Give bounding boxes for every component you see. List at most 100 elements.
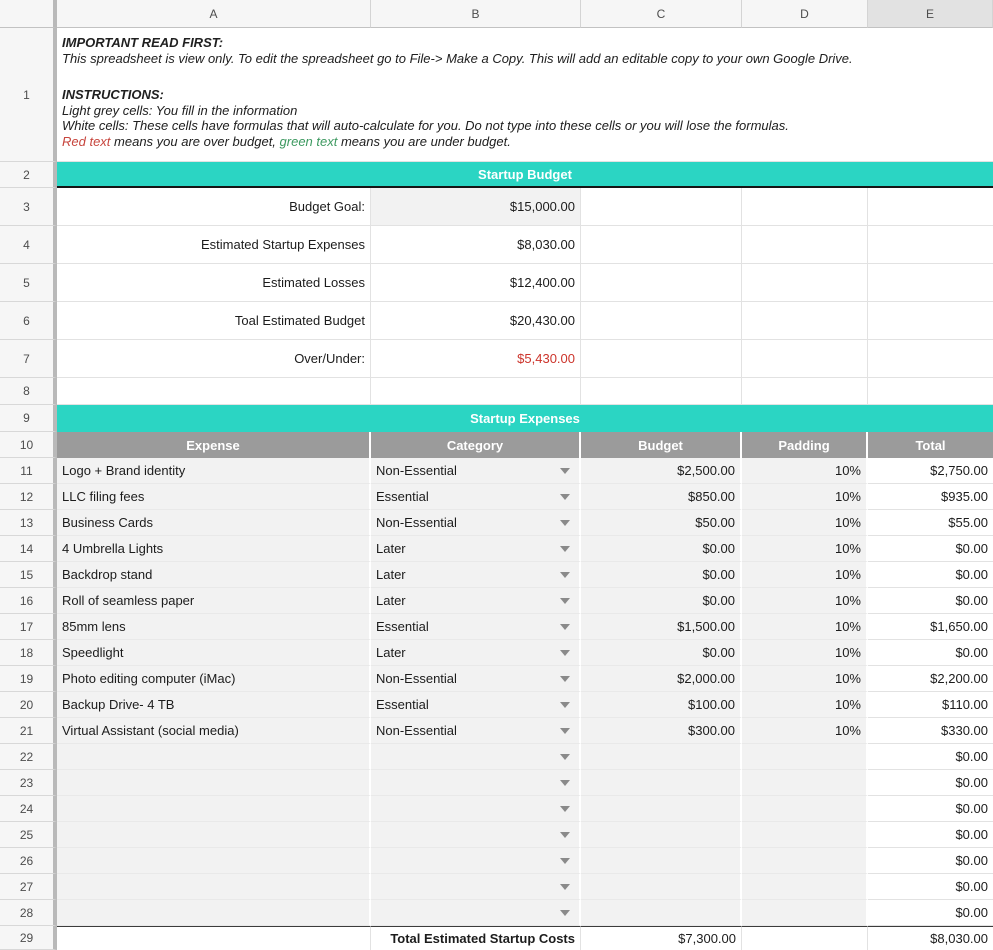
empty-cell[interactable] xyxy=(581,302,742,340)
padding-cell[interactable]: 10% xyxy=(742,536,868,562)
dropdown-arrow-icon[interactable] xyxy=(560,468,570,474)
expense-name-cell[interactable] xyxy=(57,848,371,874)
dropdown-arrow-icon[interactable] xyxy=(560,702,570,708)
expenses-section-title-cell[interactable]: Startup Expenses xyxy=(57,405,993,432)
total-cell[interactable]: $0.00 xyxy=(868,874,993,900)
expense-column-header[interactable]: Expense xyxy=(57,432,371,458)
budget-cell[interactable]: $0.00 xyxy=(581,536,742,562)
total-cell[interactable]: $935.00 xyxy=(868,484,993,510)
padding-cell[interactable]: 10% xyxy=(742,510,868,536)
padding-cell[interactable] xyxy=(742,848,868,874)
row-header-11[interactable]: 11 xyxy=(0,458,57,484)
row-header-3[interactable]: 3 xyxy=(0,188,57,226)
empty-cell[interactable] xyxy=(581,378,742,405)
budget-label-cell[interactable]: Over/Under: xyxy=(57,340,371,378)
column-header-a[interactable]: A xyxy=(57,0,371,28)
padding-cell[interactable] xyxy=(742,770,868,796)
padding-cell[interactable]: 10% xyxy=(742,692,868,718)
column-header-b[interactable]: B xyxy=(371,0,581,28)
category-cell[interactable]: Essential xyxy=(371,484,581,510)
dropdown-arrow-icon[interactable] xyxy=(560,598,570,604)
total-cell[interactable]: $0.00 xyxy=(868,536,993,562)
padding-cell[interactable]: 10% xyxy=(742,614,868,640)
row-header-4[interactable]: 4 xyxy=(0,226,57,264)
dropdown-arrow-icon[interactable] xyxy=(560,546,570,552)
category-cell[interactable] xyxy=(371,796,581,822)
total-column-header[interactable]: Total xyxy=(868,432,993,458)
empty-cell[interactable] xyxy=(868,302,993,340)
dropdown-arrow-icon[interactable] xyxy=(560,806,570,812)
empty-cell[interactable] xyxy=(742,926,868,950)
empty-cell[interactable] xyxy=(742,340,868,378)
total-cell[interactable]: $0.00 xyxy=(868,848,993,874)
budget-cell[interactable]: $2,500.00 xyxy=(581,458,742,484)
budget-section-title-cell[interactable]: Startup Budget xyxy=(57,162,993,188)
row-header-25[interactable]: 25 xyxy=(0,822,57,848)
total-cell[interactable]: $2,750.00 xyxy=(868,458,993,484)
padding-cell[interactable] xyxy=(742,796,868,822)
total-cell[interactable]: $2,200.00 xyxy=(868,666,993,692)
budget-cell[interactable]: $100.00 xyxy=(581,692,742,718)
expense-name-cell[interactable]: Business Cards xyxy=(57,510,371,536)
budget-value-cell[interactable]: $8,030.00 xyxy=(371,226,581,264)
budget-value-cell[interactable]: $20,430.00 xyxy=(371,302,581,340)
padding-column-header[interactable]: Padding xyxy=(742,432,868,458)
expense-name-cell[interactable]: Virtual Assistant (social media) xyxy=(57,718,371,744)
dropdown-arrow-icon[interactable] xyxy=(560,650,570,656)
empty-cell[interactable] xyxy=(868,188,993,226)
budget-cell[interactable] xyxy=(581,848,742,874)
row-header-14[interactable]: 14 xyxy=(0,536,57,562)
padding-cell[interactable] xyxy=(742,874,868,900)
budget-cell[interactable] xyxy=(581,900,742,926)
empty-cell[interactable] xyxy=(868,226,993,264)
padding-cell[interactable]: 10% xyxy=(742,718,868,744)
dropdown-arrow-icon[interactable] xyxy=(560,858,570,864)
expense-name-cell[interactable] xyxy=(57,900,371,926)
row-header-23[interactable]: 23 xyxy=(0,770,57,796)
budget-cell[interactable] xyxy=(581,770,742,796)
category-cell[interactable]: Essential xyxy=(371,614,581,640)
empty-cell[interactable] xyxy=(581,264,742,302)
row-header-26[interactable]: 26 xyxy=(0,848,57,874)
empty-cell[interactable] xyxy=(371,378,581,405)
category-cell[interactable] xyxy=(371,874,581,900)
row-header-27[interactable]: 27 xyxy=(0,874,57,900)
column-header-e[interactable]: E xyxy=(868,0,993,28)
empty-cell[interactable] xyxy=(742,378,868,405)
row-header-12[interactable]: 12 xyxy=(0,484,57,510)
budget-label-cell[interactable]: Budget Goal: xyxy=(57,188,371,226)
category-cell[interactable] xyxy=(371,848,581,874)
padding-cell[interactable] xyxy=(742,822,868,848)
total-label-cell[interactable]: Total Estimated Startup Costs xyxy=(371,926,581,950)
expense-name-cell[interactable] xyxy=(57,744,371,770)
padding-cell[interactable]: 10% xyxy=(742,562,868,588)
budget-cell[interactable]: $0.00 xyxy=(581,640,742,666)
total-cell[interactable]: $0.00 xyxy=(868,770,993,796)
total-cell[interactable]: $1,650.00 xyxy=(868,614,993,640)
empty-cell[interactable] xyxy=(868,378,993,405)
total-cell[interactable]: $0.00 xyxy=(868,822,993,848)
row-header-24[interactable]: 24 xyxy=(0,796,57,822)
row-header-17[interactable]: 17 xyxy=(0,614,57,640)
total-cell[interactable]: $0.00 xyxy=(868,562,993,588)
grand-total-cell[interactable]: $8,030.00 xyxy=(868,926,993,950)
row-header-19[interactable]: 19 xyxy=(0,666,57,692)
padding-cell[interactable]: 10% xyxy=(742,484,868,510)
row-header-6[interactable]: 6 xyxy=(0,302,57,340)
category-cell[interactable] xyxy=(371,770,581,796)
budget-label-cell[interactable]: Estimated Losses xyxy=(57,264,371,302)
row-header-21[interactable]: 21 xyxy=(0,718,57,744)
empty-cell[interactable] xyxy=(581,226,742,264)
empty-cell[interactable] xyxy=(581,188,742,226)
category-cell[interactable]: Later xyxy=(371,640,581,666)
budget-value-cell[interactable]: $12,400.00 xyxy=(371,264,581,302)
expense-name-cell[interactable] xyxy=(57,796,371,822)
dropdown-arrow-icon[interactable] xyxy=(560,910,570,916)
category-cell[interactable]: Later xyxy=(371,562,581,588)
total-cell[interactable]: $0.00 xyxy=(868,588,993,614)
total-cell[interactable]: $110.00 xyxy=(868,692,993,718)
total-cell[interactable]: $0.00 xyxy=(868,900,993,926)
empty-cell[interactable] xyxy=(868,264,993,302)
padding-cell[interactable]: 10% xyxy=(742,588,868,614)
empty-cell[interactable] xyxy=(742,188,868,226)
